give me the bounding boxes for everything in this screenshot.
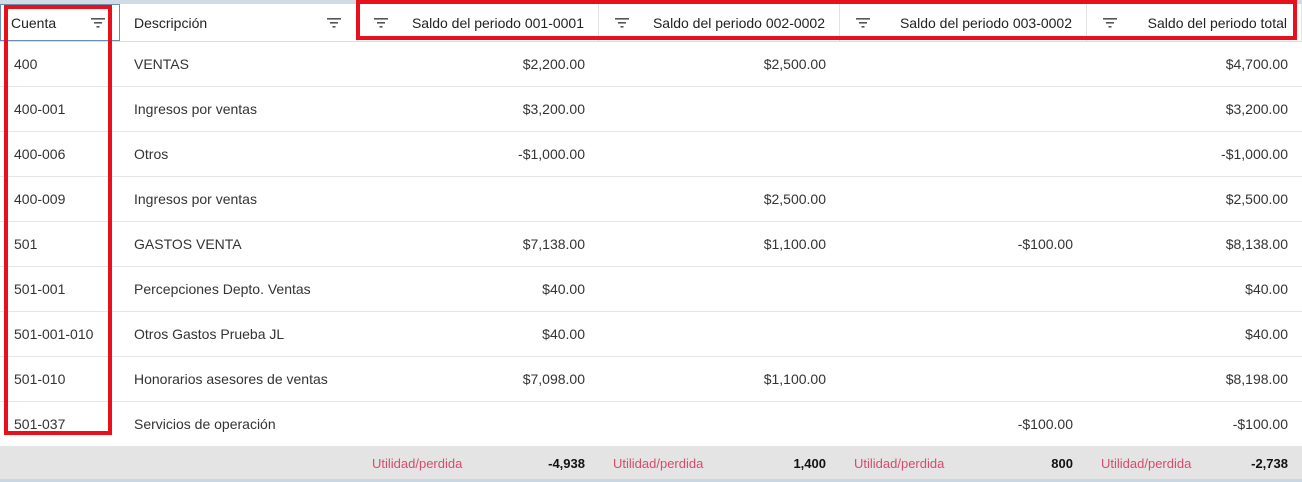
cell-saldo-total: $8,138.00 (1225, 236, 1288, 252)
cell-saldo-total: $40.00 (1245, 281, 1288, 297)
cell-saldo-002: $1,100.00 (763, 236, 826, 252)
table-row[interactable]: 400-001 Ingresos por ventas $3,200.00 $3… (0, 87, 1302, 132)
cell-descripcion: VENTAS (134, 56, 189, 72)
cell-cuenta: 501-037 (14, 416, 66, 432)
cell-saldo-002 (599, 402, 840, 446)
cell-saldo-001: $40.00 (542, 326, 585, 342)
cell-saldo-002 (599, 267, 840, 311)
cell-saldo-003 (840, 357, 1087, 401)
cell-saldo-total: -$1,000.00 (1221, 146, 1288, 162)
column-header-label: Cuenta (11, 14, 57, 31)
cell-descripcion: Ingresos por ventas (134, 101, 257, 117)
cell-descripcion: Otros Gastos Prueba JL (134, 326, 285, 342)
filter-icon[interactable] (91, 17, 105, 28)
cell-saldo-002 (599, 87, 840, 131)
column-header-descripcion[interactable]: Descripción (120, 4, 358, 41)
cell-saldo-003 (840, 267, 1087, 311)
table-row[interactable]: 501-001 Percepciones Depto. Ventas $40.0… (0, 267, 1302, 312)
cell-saldo-003 (840, 312, 1087, 356)
column-header-label: Descripción (134, 14, 208, 31)
cell-cuenta: 400-009 (14, 191, 66, 207)
footer-summary-001: Utilidad/perdida -4,938 (358, 447, 599, 479)
footer-summary-002: Utilidad/perdida 1,400 (599, 447, 840, 479)
cell-saldo-002 (599, 312, 840, 356)
filter-icon[interactable] (374, 17, 388, 28)
filter-icon[interactable] (856, 17, 870, 28)
cell-saldo-001: $40.00 (542, 281, 585, 297)
cell-saldo-total: $4,700.00 (1225, 56, 1288, 72)
summary-footer: Utilidad/perdida -4,938 Utilidad/perdida… (0, 447, 1302, 482)
cell-saldo-total: $40.00 (1245, 326, 1288, 342)
cell-saldo-003 (840, 177, 1087, 221)
cell-saldo-total: $2,500.00 (1225, 191, 1288, 207)
table-row[interactable]: 501-010 Honorarios asesores de ventas $7… (0, 357, 1302, 402)
account-balance-grid: Cuenta Descripción Saldo del periodo 001… (0, 4, 1302, 482)
column-header-saldo-total[interactable]: Saldo del periodo total (1087, 4, 1302, 41)
column-header-cuenta[interactable]: Cuenta (0, 4, 120, 41)
cell-cuenta: 501-001-010 (14, 326, 94, 342)
column-header-label: Saldo del periodo 003-0002 (899, 14, 1072, 31)
grid-header: Cuenta Descripción Saldo del periodo 001… (0, 4, 1302, 42)
filter-icon[interactable] (327, 17, 341, 28)
cell-saldo-total: -$100.00 (1232, 416, 1288, 432)
footer-label: Utilidad/perdida (613, 455, 704, 471)
column-header-label: Saldo del periodo 001-0001 (411, 14, 584, 31)
cell-saldo-003 (840, 132, 1087, 176)
cell-descripcion: Servicios de operación (134, 416, 276, 432)
cell-saldo-total: $8,198.00 (1225, 371, 1288, 387)
table-row[interactable]: 400 VENTAS $2,200.00 $2,500.00 $4,700.00 (0, 42, 1302, 87)
cell-saldo-002 (599, 132, 840, 176)
cell-saldo-001: $2,200.00 (522, 56, 585, 72)
cell-descripcion: Ingresos por ventas (134, 191, 257, 207)
column-header-label: Saldo del periodo total (1147, 14, 1287, 31)
column-header-saldo-002[interactable]: Saldo del periodo 002-0002 (599, 4, 840, 41)
cell-cuenta: 501-010 (14, 371, 66, 387)
cell-cuenta: 501 (14, 236, 38, 252)
footer-value: 1,400 (793, 455, 826, 471)
cell-cuenta: 501-001 (14, 281, 66, 297)
cell-saldo-003 (840, 42, 1087, 86)
cell-saldo-003: -$100.00 (1017, 416, 1073, 432)
column-header-saldo-003[interactable]: Saldo del periodo 003-0002 (840, 4, 1087, 41)
cell-saldo-001 (358, 402, 599, 446)
cell-descripcion: Honorarios asesores de ventas (134, 371, 328, 387)
cell-saldo-001: $3,200.00 (522, 101, 585, 117)
filter-icon[interactable] (1103, 17, 1117, 28)
footer-value: -2,738 (1251, 455, 1288, 471)
cell-descripcion: Otros (134, 146, 169, 162)
footer-label: Utilidad/perdida (372, 455, 463, 471)
filter-icon[interactable] (615, 17, 629, 28)
footer-spacer (0, 447, 358, 479)
cell-descripcion: Percepciones Depto. Ventas (134, 281, 311, 297)
footer-value: 800 (1051, 455, 1073, 471)
footer-value: -4,938 (548, 455, 585, 471)
footer-summary-003: Utilidad/perdida 800 (840, 447, 1087, 479)
footer-label: Utilidad/perdida (854, 455, 945, 471)
cell-descripcion: GASTOS VENTA (134, 236, 242, 252)
cell-saldo-002: $1,100.00 (763, 371, 826, 387)
cell-cuenta: 400-001 (14, 101, 66, 117)
cell-saldo-002: $2,500.00 (763, 191, 826, 207)
footer-summary-total: Utilidad/perdida -2,738 (1087, 447, 1302, 479)
table-row[interactable]: 400-009 Ingresos por ventas $2,500.00 $2… (0, 177, 1302, 222)
cell-saldo-001 (358, 177, 599, 221)
cell-saldo-001: -$1,000.00 (518, 146, 585, 162)
table-row[interactable]: 501-001-010 Otros Gastos Prueba JL $40.0… (0, 312, 1302, 357)
table-row[interactable]: 400-006 Otros -$1,000.00 -$1,000.00 (0, 132, 1302, 177)
table-row[interactable]: 501 GASTOS VENTA $7,138.00 $1,100.00 -$1… (0, 222, 1302, 267)
cell-cuenta: 400 (14, 56, 38, 72)
column-header-saldo-001[interactable]: Saldo del periodo 001-0001 (358, 4, 599, 41)
cell-saldo-003: -$100.00 (1017, 236, 1073, 252)
cell-saldo-001: $7,098.00 (522, 371, 585, 387)
cell-saldo-total: $3,200.00 (1225, 101, 1288, 117)
cell-saldo-003 (840, 87, 1087, 131)
column-header-label: Saldo del periodo 002-0002 (652, 14, 825, 31)
footer-label: Utilidad/perdida (1101, 455, 1192, 471)
cell-cuenta: 400-006 (14, 146, 66, 162)
table-row[interactable]: 501-037 Servicios de operación -$100.00 … (0, 402, 1302, 447)
cell-saldo-002: $2,500.00 (763, 56, 826, 72)
cell-saldo-001: $7,138.00 (522, 236, 585, 252)
